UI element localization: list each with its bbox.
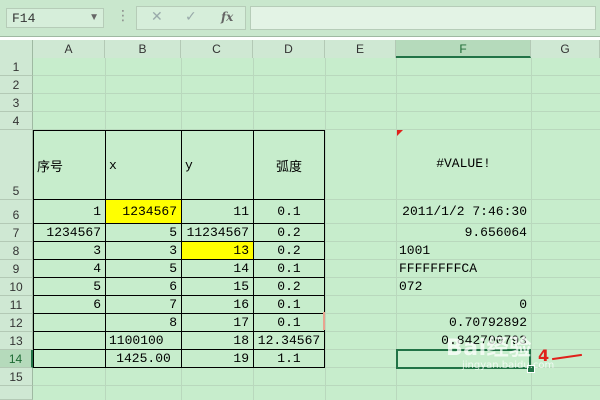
cell-d7[interactable]: 0.2 [254,225,324,240]
watermark-logo: Bai经验 [446,336,532,361]
row-header[interactable]: 15 [0,368,33,386]
column-header-bar: A B C D E F G [0,40,600,59]
cell-f7[interactable]: 9.656064 [396,225,531,240]
cell-d8[interactable]: 0.2 [254,243,324,258]
row-header[interactable]: 7 [0,224,33,242]
cell-d9[interactable]: 0.1 [254,261,324,276]
watermark-url: jingyan.baidu.com [462,360,555,371]
cell-b10[interactable]: 6 [106,279,181,294]
cell-b14[interactable]: 1425.00 [106,351,181,366]
cell-f10[interactable]: 072 [396,279,531,294]
cell-b9[interactable]: 5 [106,261,181,276]
enter-icon[interactable]: ✓ [185,9,197,25]
name-box[interactable]: F14 ▼ [6,8,104,28]
cell-b7[interactable]: 5 [106,225,181,240]
cell-a6[interactable]: 1 [34,204,105,219]
cell-d13[interactable]: 12.34567 [254,333,324,348]
column-header-a[interactable]: A [33,40,105,58]
cell-c8[interactable]: 13 [182,242,253,259]
formula-buttons: ✕ ✓ fx [136,6,246,30]
cell-c11[interactable]: 16 [182,297,253,312]
insert-function-icon[interactable]: fx [221,10,233,24]
cell-c9[interactable]: 14 [182,261,253,276]
cell-b6[interactable]: 1234567 [106,200,181,223]
spreadsheet-app: F14 ▼ ⋮ ✕ ✓ fx A B C D E F G 1 2 3 4 5 6… [0,0,600,400]
formula-input[interactable] [250,6,596,30]
cell-a7[interactable]: 1234567 [34,225,105,240]
column-header-f[interactable]: F [396,40,531,58]
watermark: Bai经验 jingyan.baidu.com [446,330,596,378]
select-all-corner[interactable] [0,40,33,58]
chevron-down-icon[interactable]: ▼ [89,12,99,23]
comment-indicator-icon [397,130,403,136]
cell-c6[interactable]: 11 [182,204,253,219]
cell-d10[interactable]: 0.2 [254,279,324,294]
cell-d14[interactable]: 1.1 [254,351,324,366]
row-header[interactable]: 1 [0,58,33,76]
header-radian[interactable]: 弧度 [254,156,324,175]
formula-bar: F14 ▼ ⋮ ✕ ✓ fx [0,0,600,37]
row-header[interactable]: 13 [0,332,33,350]
more-options-icon[interactable]: ⋮ [116,8,130,24]
row-header[interactable]: 9 [0,260,33,278]
cell-f9[interactable]: FFFFFFFFCA [396,261,531,276]
name-box-value: F14 [12,11,36,26]
cell-a11[interactable]: 6 [34,297,105,312]
cell-b13[interactable]: 1100100 [106,333,181,348]
cell-c12[interactable]: 17 [182,315,253,330]
cell-a9[interactable]: 4 [34,261,105,276]
header-y[interactable]: y [182,158,253,173]
cell-a10[interactable]: 5 [34,279,105,294]
row-header[interactable]: 10 [0,278,33,296]
cell-c14[interactable]: 19 [182,351,253,366]
cell-d11[interactable]: 0.1 [254,297,324,312]
cell-f11[interactable]: 0 [396,297,531,312]
column-header-b[interactable]: B [105,40,181,58]
cell-d6[interactable]: 0.1 [254,204,324,219]
row-header[interactable]: 8 [0,242,33,260]
row-header[interactable]: 5 [0,130,33,200]
row-header-selected[interactable]: 14 [0,350,33,368]
cell-a8[interactable]: 3 [34,243,105,258]
cell-f6[interactable]: 2011/1/2 7:46:30 [396,204,531,219]
cell-d12[interactable]: 0.1 [254,315,324,330]
row-header[interactable]: 6 [0,200,33,224]
cell-f5[interactable]: #VALUE! [396,156,531,171]
cell-c7[interactable]: 11234567 [182,225,253,240]
column-header-d[interactable]: D [253,40,325,58]
cell-b11[interactable]: 7 [106,297,181,312]
header-x[interactable]: x [106,158,181,173]
header-seq[interactable]: 序号 [34,156,105,175]
error-indicator-mark [323,312,325,330]
cell-c10[interactable]: 15 [182,279,253,294]
column-header-g[interactable]: G [531,40,600,58]
row-header[interactable]: 11 [0,296,33,314]
cell-c13[interactable]: 18 [182,333,253,348]
cell-b8[interactable]: 3 [106,243,181,258]
cancel-icon[interactable]: ✕ [151,9,163,25]
row-header[interactable]: 12 [0,314,33,332]
row-header[interactable]: 2 [0,76,33,94]
column-header-c[interactable]: C [181,40,253,58]
column-header-e[interactable]: E [325,40,396,58]
cell-b12[interactable]: 8 [106,315,181,330]
cell-f8[interactable]: 1001 [396,243,531,258]
row-header[interactable]: 4 [0,112,33,130]
row-header[interactable] [0,386,33,400]
row-header[interactable]: 3 [0,94,33,112]
cell-f12[interactable]: 0.70792892 [396,315,531,330]
